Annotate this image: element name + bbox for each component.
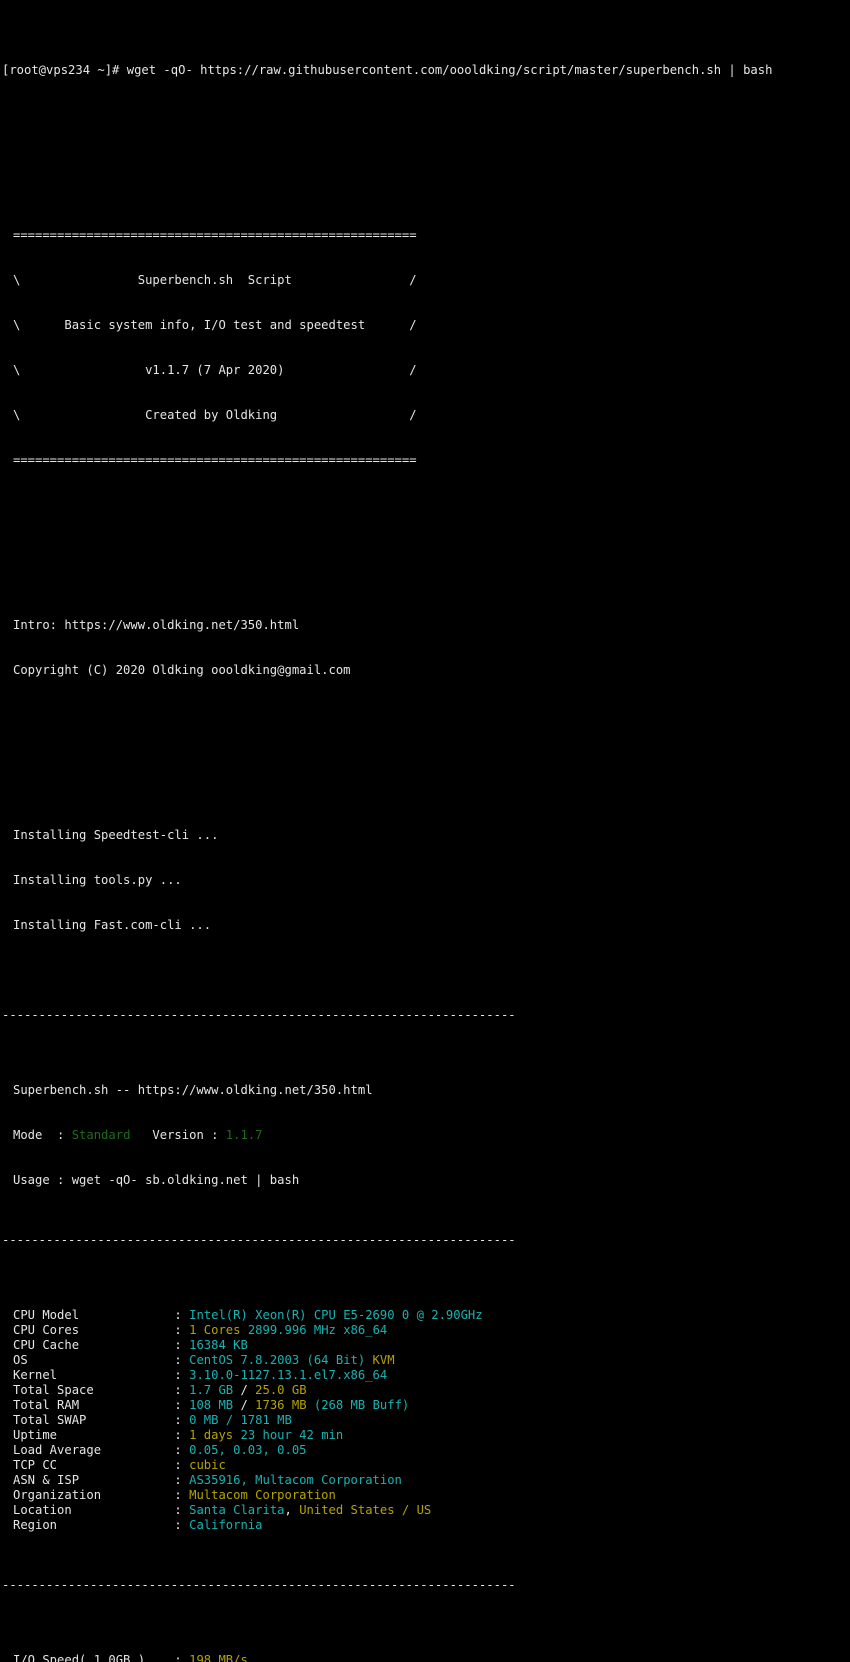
sysinfo-value: , [284,1503,300,1517]
sysinfo-label: OS : [13,1353,190,1367]
terminal-window[interactable]: [root@vps234 ~]# wget -qO- https://raw.g… [0,0,850,1662]
sysinfo-label: Total RAM : [13,1398,190,1412]
sysinfo-row: CPU Cache : 16384 KB [0,1338,850,1353]
installing-line: Installing Speedtest-cli ... [13,828,219,842]
banner-row-3: \ Created by Oldking / [13,408,417,422]
usage-line: Usage : wget -qO- sb.oldking.net | bash [13,1173,300,1187]
sysinfo-value: 1.7 GB [189,1383,241,1397]
prompt-command: wget -qO- https://raw.githubusercontent.… [126,63,773,77]
sysinfo-value: (268 MB Buff) [313,1398,410,1412]
sysinfo-value: California [189,1518,263,1532]
sysinfo-row: OS : CentOS 7.8.2003 (64 Bit) KVM [0,1353,850,1368]
sysinfo-value: Santa Clarita [189,1503,285,1517]
divider-2: ----------------------------------------… [2,1233,516,1247]
mode-value: Standard [71,1128,131,1142]
sysinfo-label: Kernel : [13,1368,190,1382]
sysinfo-value: KVM [372,1353,395,1367]
sysinfo-label: CPU Cache : [13,1338,190,1352]
divider-1: ----------------------------------------… [2,1008,516,1022]
sysinfo-value: 108 MB [189,1398,241,1412]
sysinfo-row: ASN & ISP : AS35916, Multacom Corporatio… [0,1473,850,1488]
sysinfo-value: United States / US [299,1503,432,1517]
sysinfo-row: Total Space : 1.7 GB / 25.0 GB [0,1383,850,1398]
banner-rule-top: ========================================… [13,228,417,242]
sysinfo-value: 2899.996 MHz x86_64 [247,1323,388,1337]
sysinfo-row: Kernel : 3.10.0-1127.13.1.el7.x86_64 [0,1368,850,1383]
sysinfo-label: Region : [13,1518,190,1532]
sysinfo-label: Location : [13,1503,190,1517]
sysinfo-label: Load Average : [13,1443,190,1457]
version-label: Version : [130,1128,226,1142]
sysinfo-value: CentOS 7.8.2003 (64 Bit) [189,1353,373,1367]
io-speed-label: I/O Speed( 1.0GB ) : [13,1653,190,1662]
sysinfo-label: Organization : [13,1488,190,1502]
banner-row-0: \ Superbench.sh Script / [13,273,417,287]
sysinfo-value [240,1323,247,1337]
sysinfo-value: 23 hour 42 min [240,1428,344,1442]
banner-rule-bottom: ========================================… [13,453,417,467]
sysinfo-row: Total RAM : 108 MB / 1736 MB (268 MB Buf… [0,1398,850,1413]
sysinfo-value: 1 days [189,1428,241,1442]
sysinfo-value: 3.10.0-1127.13.1.el7.x86_64 [189,1368,388,1382]
sysinfo-row: CPU Cores : 1 Cores 2899.996 MHz x86_64 [0,1323,850,1338]
shell-prompt-line: [root@vps234 ~]# wget -qO- https://raw.g… [0,63,850,78]
divider-3: ----------------------------------------… [2,1578,516,1592]
sysinfo-row: Location : Santa Clarita, United States … [0,1503,850,1518]
installing-line: Installing tools.py ... [13,873,182,887]
sysinfo-value: 1736 MB [255,1398,314,1412]
sysinfo-value: AS35916, Multacom Corporation [189,1473,402,1487]
installing-block: Installing Speedtest-cli ... Installing … [0,798,850,963]
mode-version-line: Mode : Standard Version : 1.1.7 [0,1128,850,1143]
sysinfo-row: Uptime : 1 days 23 hour 42 min [0,1428,850,1443]
prompt-user-host: [root@vps234 ~]# [2,63,120,77]
sysinfo-label: CPU Cores : [13,1323,190,1337]
installing-line: Installing Fast.com-cli ... [13,918,212,932]
banner-block: ========================================… [0,198,850,498]
sysinfo-value: 1 Cores [189,1323,241,1337]
io-speed-row: I/O Speed( 1.0GB ) : 198 MB/s [0,1653,850,1662]
sysinfo-label: Total Space : [13,1383,190,1397]
sysinfo-row: Total SWAP : 0 MB / 1781 MB [0,1413,850,1428]
version-value: 1.1.7 [225,1128,263,1142]
sysinfo-value: 16384 KB [189,1338,248,1352]
banner-row-2: \ v1.1.7 (7 Apr 2020) / [13,363,417,377]
sysinfo-row: Load Average : 0.05, 0.03, 0.05 [0,1443,850,1458]
sysinfo-value: / [240,1383,256,1397]
io-speed-value: 198 MB/s [189,1653,248,1662]
sysinfo-row: Organization : Multacom Corporation [0,1488,850,1503]
sysinfo-label: Total SWAP : [13,1413,190,1427]
sysinfo-row: TCP CC : cubic [0,1458,850,1473]
io-speed-block: I/O Speed( 1.0GB ) : 198 MB/sI/O Speed( … [0,1653,850,1662]
sysinfo-value: cubic [189,1458,226,1472]
script-title: Superbench.sh -- https://www.oldking.net… [13,1083,373,1097]
intro-url-line: Intro: https://www.oldking.net/350.html [13,618,300,632]
sysinfo-row: CPU Model : Intel(R) Xeon(R) CPU E5-2690… [0,1308,850,1323]
sysinfo-row: Region : California [0,1518,850,1533]
sysinfo-value: 0.05, 0.03, 0.05 [189,1443,307,1457]
sysinfo-value: Intel(R) Xeon(R) CPU E5-2690 0 @ 2.90GHz [189,1308,483,1322]
sysinfo-value: / [240,1398,256,1412]
sysinfo-value: 25.0 GB [255,1383,307,1397]
system-info-block: CPU Model : Intel(R) Xeon(R) CPU E5-2690… [0,1308,850,1533]
copyright-line: Copyright (C) 2020 Oldking oooldking@gma… [13,663,351,677]
banner-row-1: \ Basic system info, I/O test and speedt… [13,318,417,332]
sysinfo-value: 0 MB / 1781 MB [189,1413,292,1427]
sysinfo-label: ASN & ISP : [13,1473,190,1487]
mode-label: Mode : [13,1128,72,1142]
sysinfo-label: Uptime : [13,1428,190,1442]
sysinfo-label: TCP CC : [13,1458,190,1472]
sysinfo-value: Multacom Corporation [189,1488,336,1502]
sysinfo-label: CPU Model : [13,1308,190,1322]
